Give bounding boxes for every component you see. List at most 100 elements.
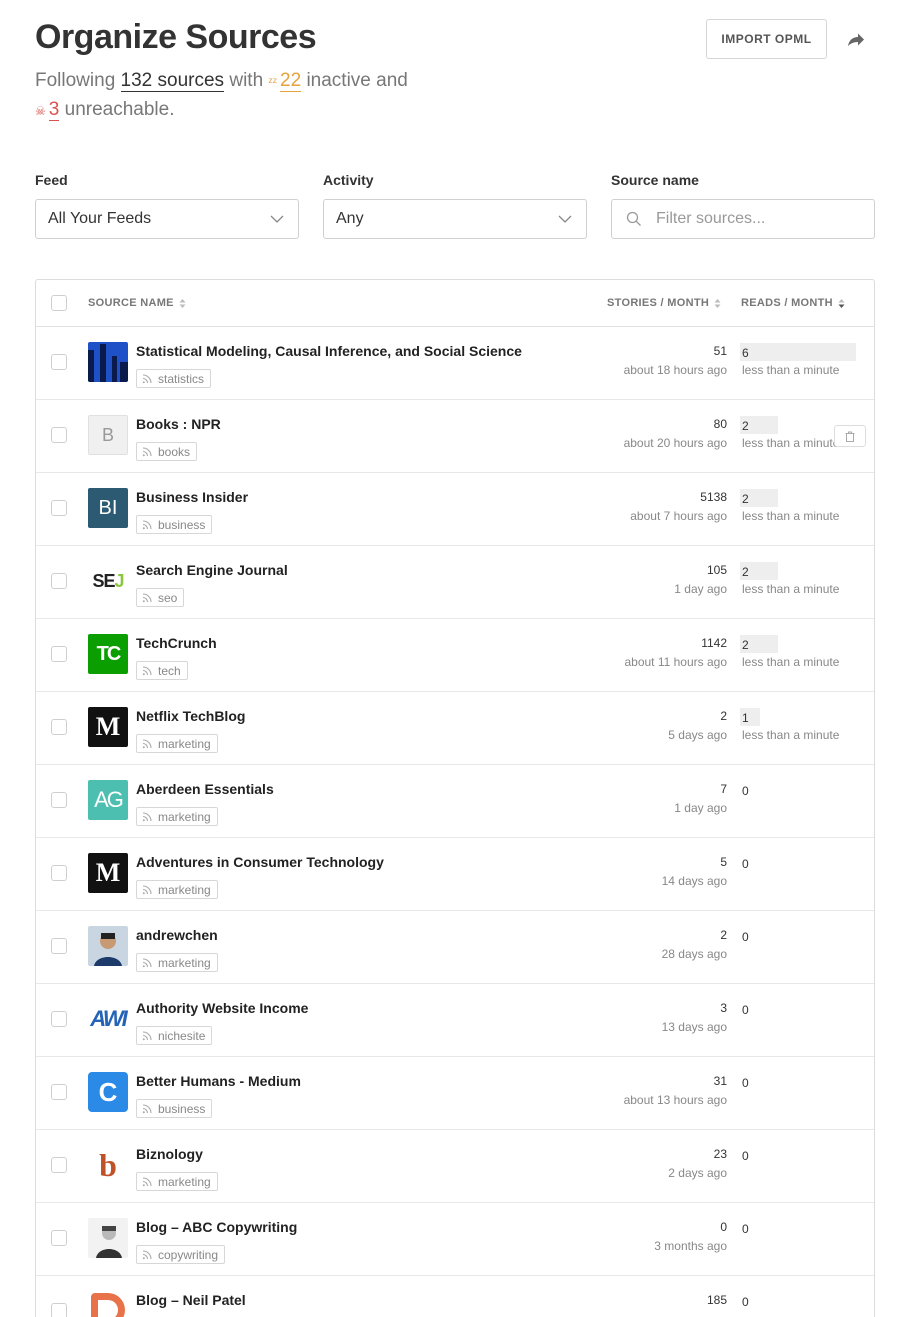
last-story-time: 1 day ago: [674, 582, 727, 596]
source-name[interactable]: Aberdeen Essentials: [136, 781, 274, 797]
row-checkbox[interactable]: [51, 1303, 67, 1317]
aberdeen-logo-icon: AG: [88, 780, 128, 820]
inactive-count-link[interactable]: 22: [280, 70, 302, 92]
row-checkbox[interactable]: [51, 573, 67, 589]
stories-count: 0: [720, 1220, 727, 1234]
feed-tag[interactable]: statistics: [136, 369, 212, 388]
col-source-name[interactable]: SOURCE NAME: [88, 297, 186, 309]
table-row[interactable]: b Biznology marketing 23 2 days ago 0: [36, 1130, 874, 1203]
awi-logo-icon: AWI: [88, 999, 128, 1039]
col-reads-label: READS / MONTH: [741, 297, 833, 309]
source-name[interactable]: Authority Website Income: [136, 1000, 308, 1016]
table-row[interactable]: C Better Humans - Medium business 31 about 1…: [36, 1057, 874, 1130]
row-checkbox[interactable]: [51, 1084, 67, 1100]
feed-tag[interactable]: business: [136, 515, 213, 534]
reads-value: 0: [742, 1294, 749, 1309]
source-name[interactable]: Business Insider: [136, 489, 248, 505]
feed-tag[interactable]: business: [136, 1099, 213, 1118]
table-row[interactable]: AWI Authority Website Income nichesite 3 13 …: [36, 984, 874, 1057]
table-row[interactable]: B Books : NPR books 80 about 20 hours ago 2 le…: [36, 400, 874, 473]
last-story-time: about 20 hours ago: [623, 436, 727, 450]
row-checkbox[interactable]: [51, 500, 67, 516]
table-row[interactable]: M Netflix TechBlog marketing 2 5 days ago 1 le…: [36, 692, 874, 765]
last-story-time: 2 days ago: [668, 1166, 727, 1180]
stories-count: 23: [713, 1147, 727, 1161]
feed-tag[interactable]: marketing: [136, 953, 218, 972]
feed-tag-label: seo: [158, 590, 178, 605]
row-checkbox[interactable]: [51, 427, 67, 443]
row-checkbox[interactable]: [51, 1157, 67, 1173]
read-time: less than a minute: [742, 436, 840, 450]
last-story-time: 3 months ago: [654, 1239, 727, 1253]
table-row[interactable]: TC TechCrunch tech 1142 about 11 hours ago 2 l…: [36, 619, 874, 692]
feed-tag[interactable]: marketing: [136, 1172, 218, 1191]
feed-tag[interactable]: copywriting: [136, 1245, 226, 1264]
filter-sources-input[interactable]: [656, 210, 856, 228]
sources-count-link[interactable]: 132 sources: [120, 70, 225, 92]
feed-select[interactable]: All Your Feeds: [35, 199, 299, 239]
summary-prefix: Following: [35, 70, 116, 91]
row-checkbox[interactable]: [51, 719, 67, 735]
source-name[interactable]: Search Engine Journal: [136, 562, 288, 578]
rss-icon: [142, 1176, 152, 1186]
source-name[interactable]: TechCrunch: [136, 635, 217, 651]
feed-select-value: All Your Feeds: [48, 210, 152, 227]
reads-count: 0: [740, 1293, 749, 1310]
rss-icon: [142, 1030, 152, 1040]
table-row[interactable]: AG Aberdeen Essentials marketing 7 1 day ago…: [36, 765, 874, 838]
table-row[interactable]: Blog – Neil Patel 185 0: [36, 1276, 874, 1317]
delete-button[interactable]: [834, 425, 866, 447]
row-checkbox[interactable]: [51, 354, 67, 370]
techcrunch-logo-icon: TC: [88, 634, 128, 674]
source-name[interactable]: Blog – Neil Patel: [136, 1292, 246, 1308]
feed-tag[interactable]: nichesite: [136, 1026, 213, 1045]
feed-tag-label: business: [158, 517, 206, 532]
row-checkbox[interactable]: [51, 938, 67, 954]
favicon-letter: B: [101, 424, 114, 445]
feed-tag[interactable]: tech: [136, 661, 188, 680]
select-all-checkbox[interactable]: [51, 295, 67, 311]
feed-tag[interactable]: marketing: [136, 734, 218, 753]
rss-icon: [142, 1249, 152, 1259]
source-name[interactable]: Blog – ABC Copywriting: [136, 1219, 297, 1235]
table-row[interactable]: Blog – ABC Copywriting copywriting 0 3 mont…: [36, 1203, 874, 1276]
feed-tag[interactable]: marketing: [136, 880, 218, 899]
source-name[interactable]: Adventures in Consumer Technology: [136, 854, 384, 870]
share-icon[interactable]: [844, 29, 866, 51]
col-stories[interactable]: STORIES / MONTH: [607, 297, 721, 309]
source-name[interactable]: Netflix TechBlog: [136, 708, 245, 724]
source-name[interactable]: Statistical Modeling, Causal Inference, …: [136, 343, 522, 359]
col-reads[interactable]: READS / MONTH: [741, 297, 845, 309]
import-opml-button[interactable]: IMPORT OPML: [706, 19, 827, 59]
table-row[interactable]: BI Business Insider business 5138 about 7 ho…: [36, 473, 874, 546]
activity-select[interactable]: Any: [323, 199, 587, 239]
table-row[interactable]: M Adventures in Consumer Technology market…: [36, 838, 874, 911]
source-name[interactable]: Books : NPR: [136, 416, 221, 432]
rss-icon: [142, 1103, 152, 1113]
row-checkbox[interactable]: [51, 646, 67, 662]
table-row[interactable]: SE J Search Engine Journal seo 105 1 day ago 2…: [36, 546, 874, 619]
row-checkbox[interactable]: [51, 865, 67, 881]
stories-count: 31: [713, 1074, 727, 1088]
reads-count: 2: [740, 489, 778, 507]
source-name[interactable]: Biznology: [136, 1146, 203, 1162]
rss-icon: [142, 592, 152, 602]
stories-count: 105: [706, 563, 727, 577]
source-name[interactable]: Better Humans - Medium: [136, 1073, 301, 1089]
row-checkbox[interactable]: [51, 1011, 67, 1027]
feed-tag-label: statistics: [158, 371, 205, 386]
reads-value: 0: [742, 1075, 749, 1090]
feed-tag[interactable]: books: [136, 442, 198, 461]
table-row[interactable]: Statistical Modeling, Causal Inference, …: [36, 327, 874, 400]
row-checkbox[interactable]: [51, 1230, 67, 1246]
last-story-time: 28 days ago: [661, 947, 727, 961]
stories-count: 2: [720, 709, 727, 723]
row-checkbox[interactable]: [51, 792, 67, 808]
activity-select-value: Any: [336, 210, 364, 227]
feed-tag[interactable]: seo: [136, 588, 185, 607]
source-name[interactable]: andrewchen: [136, 927, 218, 943]
reads-count: 2: [740, 635, 778, 653]
feed-tag[interactable]: marketing: [136, 807, 218, 826]
unreachable-count-link[interactable]: 3: [48, 99, 60, 121]
table-row[interactable]: andrewchen marketing 2 28 days ago 0: [36, 911, 874, 984]
